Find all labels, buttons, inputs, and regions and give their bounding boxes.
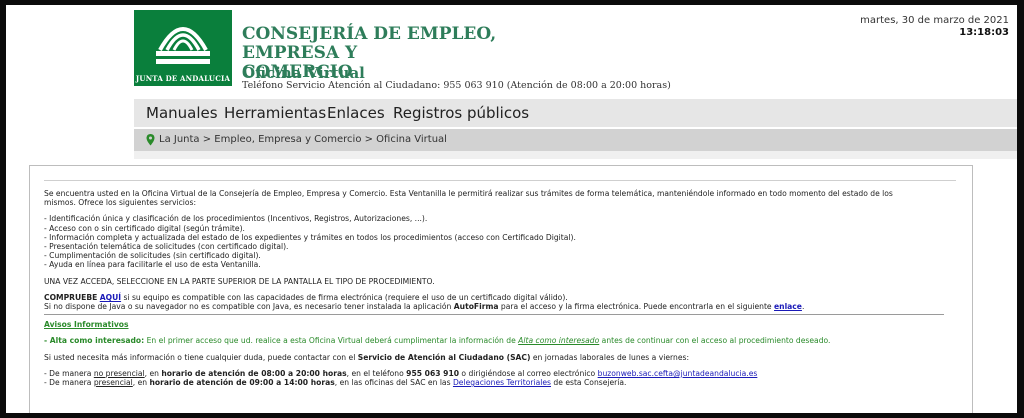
alta-link[interactable]: Alta como interesado [518, 336, 599, 345]
intro-text-2: mismos. Ofrece los siguientes servicios: [44, 198, 197, 208]
sac-text: Si usted necesita más información o tien… [44, 352, 358, 362]
sac-text-2: en jornadas laborales de lunes a viernes… [530, 352, 690, 362]
np-text: , en el teléfono [346, 368, 407, 378]
p-mid: , en [132, 378, 150, 388]
avisos-title: Avisos Informativos [44, 320, 129, 330]
nav-item-herramientas[interactable]: Herramientas [224, 104, 326, 122]
p-text-2: de esta Consejería. [551, 378, 627, 388]
p-prefix: - De manera [44, 378, 94, 388]
main-content: Se encuentra usted en la Oficina Virtual… [29, 165, 973, 413]
alta-label: - Alta como interesado: [44, 336, 145, 346]
main-nav: Manuales Herramientas Enlaces Registros … [134, 99, 1017, 127]
compatibility-line: COMPRUEBE AQUÍ si su equipo es compatibl… [44, 293, 956, 302]
divider [44, 314, 944, 316]
np-hours: horario de atención de 08:00 a 20:00 hor… [161, 368, 347, 378]
service-item: - Cumplimentación de solicitudes (sin ce… [44, 251, 261, 261]
location-pin-icon [146, 134, 155, 146]
np-text-2: o dirigiéndose al correo electrónico [459, 368, 598, 378]
non-presential-line: - De manera no presencial, en horario de… [44, 369, 956, 378]
delegaciones-link[interactable]: Delegaciones Territoriales [453, 378, 551, 387]
java-text: Si no dispone de Java o su navegador no … [44, 302, 454, 312]
java-line: Si no dispone de Java o su navegador no … [44, 302, 805, 312]
service-item: - Presentación telemática de solicitudes… [44, 242, 289, 252]
logo-text: JUNTA DE ANDALUCIA [135, 74, 231, 83]
junta-logo[interactable]: JUNTA DE ANDALUCIA [134, 10, 232, 86]
p-hours: horario de atención de 09:00 a 14:00 hor… [149, 378, 335, 388]
enlace-link[interactable]: enlace [774, 302, 802, 311]
intro-text-1: Se encuentra usted en la Oficina Virtual… [44, 189, 893, 198]
phone-info: Teléfono Servicio Atención al Ciudadano:… [242, 80, 671, 91]
service-item: - Información completa y actualizada del… [44, 232, 576, 242]
service-item: - Acceso con o sin certificado digital (… [44, 223, 245, 233]
site-header: JUNTA DE ANDALUCIA CONSEJERÍA DE EMPLEO,… [6, 5, 1017, 93]
breadcrumb: La Junta > Empleo, Empresa y Comercio > … [134, 129, 1017, 151]
np-word: no presencial [93, 368, 145, 378]
comprube-label: COMPRUEBE [44, 292, 98, 302]
java-text-2: para el acceso y la firma electrónica. P… [498, 302, 775, 312]
np-mid: , en [144, 368, 162, 378]
presential-line: - De manera presencial, en horario de at… [44, 378, 956, 387]
nav-item-enlaces[interactable]: Enlaces [327, 104, 385, 122]
title-line-1: CONSEJERÍA DE EMPLEO, EMPRESA Y [242, 24, 497, 63]
sac-line: Si usted necesita más información o tien… [44, 353, 956, 362]
nav-divider [134, 151, 1017, 159]
np-phone: 955 063 910 [406, 368, 460, 378]
select-notice: UNA VEZ ACCEDA, SELECCIONE EN LA PARTE S… [44, 276, 435, 286]
breadcrumb-text[interactable]: La Junta > Empleo, Empresa y Comercio > … [159, 134, 447, 145]
alta-notice: - Alta como interesado: En el primer acc… [44, 336, 956, 345]
aqui-link[interactable]: AQUÍ [100, 293, 121, 302]
nav-item-manuales[interactable]: Manuales [146, 104, 218, 122]
alta-text-2: antes de continuar con el acceso al proc… [599, 336, 831, 346]
autofirma-label: AutoFirma [453, 302, 499, 312]
p-text: , en las oficinas del SAC en las [334, 378, 453, 388]
nav-item-registros[interactable]: Registros públicos [393, 104, 529, 122]
browser-window: JUNTA DE ANDALUCIA CONSEJERÍA DE EMPLEO,… [6, 5, 1017, 413]
p-word: presencial [93, 378, 133, 388]
sac-bold: Servicio de Atención al Ciudadano (SAC) [357, 352, 531, 362]
current-date: martes, 30 de marzo de 2021 [860, 15, 1009, 26]
service-item: - Identificación única y clasificación d… [44, 214, 428, 224]
content-panel: Se encuentra usted en la Oficina Virtual… [44, 180, 956, 413]
current-time: 13:18:03 [959, 27, 1009, 38]
alta-text: En el primer acceso que ud. realice a es… [144, 336, 519, 346]
np-prefix: - De manera [44, 368, 94, 378]
service-item: - Ayuda en línea para facilitarle el uso… [44, 260, 261, 270]
email-link[interactable]: buzonweb.sac.cefta@juntadeandalucia.es [598, 369, 758, 378]
comprube-text: si su equipo es compatible con las capac… [121, 292, 568, 302]
